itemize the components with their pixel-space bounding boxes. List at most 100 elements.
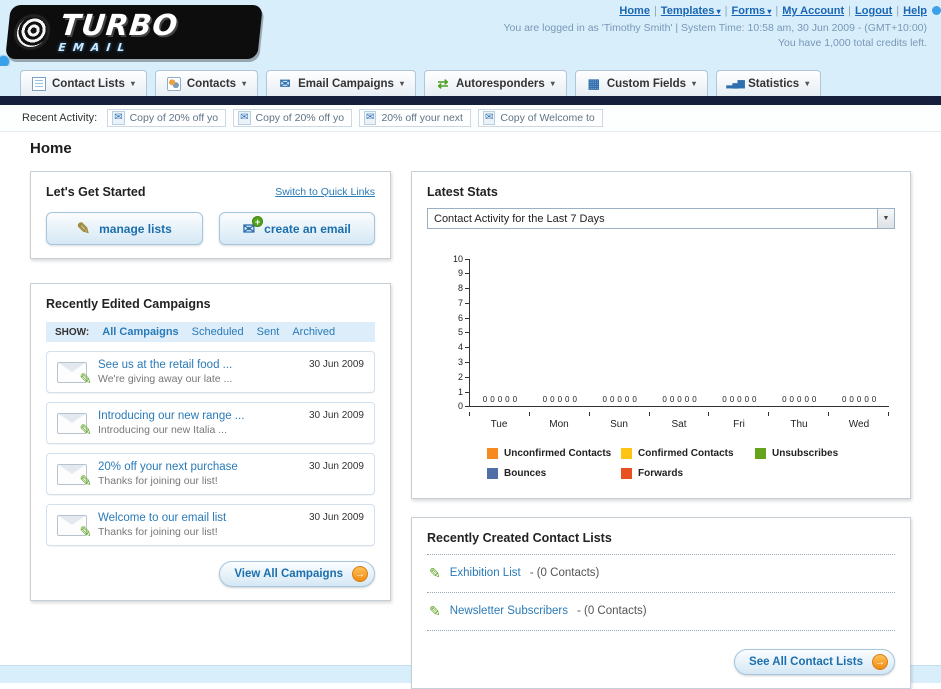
pencil-icon: ✎: [429, 564, 441, 581]
campaign-row[interactable]: ✎ Introducing our new range ... Introducin…: [46, 402, 375, 444]
nav-link-help[interactable]: Help: [903, 5, 927, 17]
chart-value: 0: [542, 395, 548, 404]
y-axis-label: 3: [458, 358, 469, 367]
filter-all-campaigns[interactable]: All Campaigns: [102, 326, 178, 338]
tab-label: Contacts: [186, 77, 237, 90]
recent-activity-item[interactable]: ✉ Copy of Welcome to: [477, 109, 603, 127]
top-right-area: Home|Templates|Forms|My Account|Logout|H…: [503, 5, 927, 49]
x-axis-label: Thu: [790, 418, 808, 430]
campaign-title-link[interactable]: Introducing our new range ...: [98, 410, 244, 422]
switch-quick-links-link[interactable]: Switch to Quick Links: [275, 186, 375, 198]
chart-value: 0: [684, 395, 690, 404]
manage-lists-button[interactable]: ✎ manage lists: [46, 212, 203, 245]
campaign-row[interactable]: ✎ Welcome to our email list Thanks for joi…: [46, 504, 375, 546]
tab-email-campaigns[interactable]: ✉ Email Campaigns ▾: [266, 70, 416, 96]
campaign-subtitle: Introducing our new Italia ...: [98, 424, 227, 436]
page-title: Home: [30, 140, 72, 157]
create-email-button[interactable]: ✉ + create an email: [218, 212, 375, 245]
contact-list-row[interactable]: ✎ Exhibition List - (0 Contacts): [427, 555, 895, 593]
legend-item: Unconfirmed Contacts: [487, 447, 621, 459]
nav-separator: |: [775, 5, 779, 17]
recent-activity-item[interactable]: ✉ 20% off your next: [359, 109, 471, 127]
contact-list-link[interactable]: Newsletter Subscribers: [450, 605, 568, 617]
nav-link-templates[interactable]: Templates: [661, 5, 721, 17]
arrow-right-icon: →: [872, 653, 888, 670]
contact-list-row[interactable]: ✎ Newsletter Subscribers - (0 Contacts): [427, 593, 895, 631]
custom-fields-icon: ▦: [587, 76, 600, 91]
nav-link-forms[interactable]: Forms: [732, 5, 772, 17]
x-axis-label: Fri: [733, 418, 745, 430]
chart-value: 0: [864, 395, 869, 404]
legend-item: Forwards: [621, 467, 755, 479]
tab-custom-fields[interactable]: ▦ Custom Fields ▾: [574, 70, 709, 96]
contact-lists-panel: Recently Created Contact Lists ✎ Exhibiti…: [411, 516, 911, 689]
nav-separator: |: [724, 5, 728, 17]
chart-value: 0: [744, 395, 750, 404]
contact-list-items: ✎ Exhibition List - (0 Contacts) ✎ Newslette…: [427, 555, 895, 631]
chart-value: 0: [789, 395, 794, 404]
campaign-row[interactable]: ✎ See us at the retail food ... We're givi…: [46, 351, 375, 393]
arrow-right-icon: →: [352, 566, 368, 582]
x-axis-label: Mon: [549, 418, 569, 430]
email-icon: ✉: [112, 111, 125, 125]
y-axis-label: 8: [458, 284, 469, 293]
y-axis-label: 9: [458, 269, 469, 278]
stats-period-select[interactable]: Contact Activity for the Last 7 Days ▼: [427, 208, 895, 229]
x-axis-tick: [708, 411, 710, 416]
filter-archived[interactable]: Archived: [292, 326, 335, 338]
nav-link-home[interactable]: Home: [619, 5, 650, 17]
chart-value: 0: [617, 395, 622, 404]
x-axis-tick: [828, 411, 830, 416]
campaign-date: 30 Jun 2009: [308, 512, 364, 523]
campaign-title-link[interactable]: Welcome to our email list: [98, 512, 226, 524]
filter-sent[interactable]: Sent: [257, 326, 280, 338]
tab-contacts[interactable]: Contacts ▾: [154, 70, 259, 96]
tab-autoresponders[interactable]: ⇄ Autoresponders ▾: [423, 70, 567, 96]
pencil-icon: ✎: [79, 370, 92, 388]
right-column: Latest Stats Contact Activity for the La…: [411, 171, 911, 689]
get-started-panel: Let's Get Started Switch to Quick Links …: [30, 171, 391, 259]
logo-title: TURBO: [59, 7, 180, 42]
tab-statistics[interactable]: ▂▄▆ Statistics ▾: [716, 70, 822, 96]
recent-campaigns-title: Recently Edited Campaigns: [46, 297, 211, 311]
campaign-date: 30 Jun 2009: [308, 359, 364, 370]
chart-legend: Unconfirmed Contacts Confirmed Contacts Un…: [487, 447, 889, 479]
nav-link-logout[interactable]: Logout: [855, 5, 892, 17]
view-all-campaigns-button[interactable]: View All Campaigns →: [219, 561, 375, 587]
campaign-title-link[interactable]: See us at the retail food ...: [98, 359, 232, 371]
filter-scheduled[interactable]: Scheduled: [192, 326, 244, 338]
tab-label: Contact Lists: [52, 77, 125, 90]
recent-activity-item[interactable]: ✉ Copy of 20% off yo: [107, 109, 227, 127]
x-axis-tick: [887, 411, 889, 416]
chart-bar-group: 00000: [829, 396, 889, 406]
contact-list-link[interactable]: Exhibition List: [450, 567, 521, 579]
see-all-contact-lists-button[interactable]: See All Contact Lists →: [734, 648, 895, 675]
legend-label: Unsubscribes: [772, 447, 839, 459]
y-axis-label: 5: [458, 328, 469, 337]
legend-swatch: [621, 467, 632, 479]
logo-subtitle: EMAIL: [57, 40, 133, 54]
tab-bar: Contact Lists ▾ Contacts ▾ ✉ Email Campaigns ▾…: [0, 66, 941, 96]
chart-value: 0: [505, 395, 510, 404]
chart-bar-group: 00000: [709, 396, 769, 406]
campaign-row[interactable]: ✎ 20% off your next purchase Thanks for jo…: [46, 453, 375, 495]
y-axis-label: 10: [453, 254, 469, 264]
legend-item: Unsubscribes: [755, 447, 889, 459]
create-email-label: create an email: [264, 221, 351, 236]
chart-value: 0: [841, 395, 847, 404]
recent-activity-item-label: Copy of 20% off yo: [129, 112, 219, 124]
email-icon: ✉: [238, 111, 251, 125]
chart-value: 0: [572, 395, 577, 404]
tab-label: Autoresponders: [455, 77, 545, 90]
tab-label: Email Campaigns: [298, 77, 394, 90]
tab-contact-lists[interactable]: Contact Lists ▾: [20, 70, 147, 96]
recent-activity-item[interactable]: ✉ Copy of 20% off yo: [233, 109, 353, 127]
chevron-down-icon: ▾: [692, 79, 697, 88]
x-axis-label: Sun: [610, 418, 628, 430]
email-icon: ✉: [364, 111, 377, 125]
chart-value: 0: [609, 395, 615, 404]
chevron-down-icon: ▾: [130, 79, 135, 88]
campaign-title-link[interactable]: 20% off your next purchase: [98, 461, 238, 473]
speedometer-icon: [12, 14, 52, 50]
nav-link-my-account[interactable]: My Account: [782, 5, 844, 17]
